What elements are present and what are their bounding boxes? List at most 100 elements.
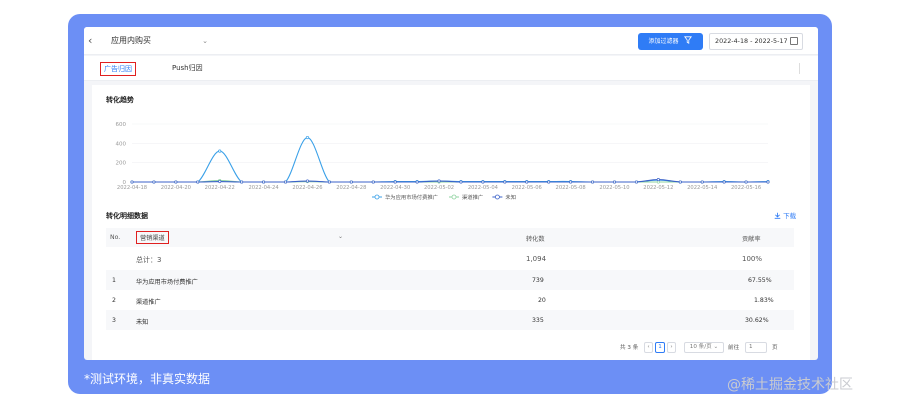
download-button[interactable]: 下载 bbox=[774, 210, 796, 220]
total-label: 总计：3 bbox=[136, 256, 162, 264]
page-1-button[interactable]: 1 bbox=[655, 342, 665, 353]
content-panel: 转化趋势 0 200 400 600 2022-04-18 2022-04-20 2022-… bbox=[92, 85, 810, 360]
y-tick-label: 200 bbox=[116, 161, 127, 167]
page-select[interactable]: 应用内购买 ⌄ bbox=[102, 33, 212, 49]
data-point bbox=[262, 180, 266, 184]
goto-label: 前往 bbox=[728, 345, 740, 351]
row-conversions: 20 bbox=[538, 297, 546, 304]
legend-label: 华为应用市场付费推广 bbox=[385, 193, 438, 201]
data-point bbox=[656, 180, 660, 184]
row-conversions: 335 bbox=[532, 317, 544, 324]
x-tick-label: 2022-04-30 bbox=[380, 185, 410, 191]
page-size-select[interactable]: 10 条/页 ⌄ bbox=[684, 342, 724, 353]
table-header: No. 营销渠道 ⌄ 转化数 贡献率 bbox=[106, 228, 794, 247]
data-point bbox=[349, 180, 353, 184]
table-row: 3 未知 335 30.62% bbox=[106, 310, 794, 330]
data-point bbox=[218, 149, 222, 153]
top-bar: ‹ 应用内购买 ⌄ 添加过滤器 2022-4-18 - 2022-5-17 bbox=[84, 27, 818, 55]
filter-icon bbox=[684, 36, 693, 44]
row-contribution: 1.83% bbox=[754, 297, 774, 304]
data-point bbox=[196, 180, 200, 184]
legend-marker bbox=[451, 194, 457, 200]
add-filter-button[interactable]: 添加过滤器 bbox=[638, 33, 703, 50]
row-contribution: 67.55% bbox=[748, 277, 772, 284]
footer-note: *测试环境，非真实数据 bbox=[84, 372, 211, 386]
legend-label: 未知 bbox=[505, 193, 516, 201]
back-icon[interactable]: ‹ bbox=[88, 34, 92, 48]
y-tick-label: 400 bbox=[116, 141, 127, 147]
prev-page-button[interactable]: ‹ bbox=[644, 342, 653, 353]
app-window: ‹ 应用内购买 ⌄ 添加过滤器 2022-4-18 - 2022-5-17 广告… bbox=[84, 27, 818, 360]
col-no: No. bbox=[110, 234, 121, 241]
x-tick-label: 2022-05-10 bbox=[599, 185, 629, 191]
legend-marker bbox=[494, 194, 500, 200]
row-no: 1 bbox=[112, 277, 116, 284]
data-point bbox=[656, 178, 660, 182]
total-contribution: 100% bbox=[742, 255, 763, 263]
download-label: 下载 bbox=[783, 212, 797, 220]
data-point bbox=[459, 180, 463, 184]
page-unit-label: 页 bbox=[772, 345, 778, 351]
data-point bbox=[678, 180, 682, 184]
col-conversions: 转化数 bbox=[526, 236, 545, 243]
data-point bbox=[634, 180, 638, 184]
add-filter-label: 添加过滤器 bbox=[648, 38, 679, 45]
data-point bbox=[722, 180, 726, 184]
row-contribution: 30.62% bbox=[745, 317, 769, 324]
download-icon bbox=[774, 212, 781, 219]
data-point bbox=[305, 179, 309, 183]
row-channel: 渠道推广 bbox=[136, 299, 161, 306]
data-point bbox=[481, 180, 485, 184]
col-channel[interactable]: 营销渠道 bbox=[136, 231, 169, 244]
data-point bbox=[547, 180, 551, 184]
date-range-value: 2022-4-18 - 2022-5-17 bbox=[715, 37, 788, 45]
page-select-value: 应用内购买 bbox=[111, 36, 151, 45]
watermark: @稀土掘金技术社区 bbox=[727, 377, 853, 393]
goto-page-input[interactable]: 1 bbox=[745, 342, 767, 353]
total-conversions: 1,094 bbox=[526, 255, 547, 263]
data-point bbox=[240, 180, 244, 184]
x-tick-label: 2022-05-14 bbox=[687, 185, 718, 191]
data-point bbox=[371, 180, 375, 184]
x-tick-label: 2022-05-08 bbox=[556, 185, 586, 191]
x-tick-label: 2022-04-22 bbox=[205, 185, 235, 191]
tab-divider bbox=[799, 63, 800, 74]
page-size-value: 10 条/页 bbox=[689, 344, 712, 350]
calendar-icon bbox=[790, 37, 798, 45]
data-point bbox=[130, 180, 134, 184]
row-channel: 华为应用市场付费推广 bbox=[136, 279, 198, 286]
table-row: 2 渠道推广 20 1.83% bbox=[106, 290, 794, 310]
data-point bbox=[569, 180, 573, 184]
y-tick-label: 600 bbox=[116, 122, 127, 128]
data-point bbox=[283, 180, 288, 184]
table-row: 1 华为应用市场付费推广 739 67.55% bbox=[106, 270, 794, 290]
data-point bbox=[415, 180, 419, 184]
date-range-picker[interactable]: 2022-4-18 - 2022-5-17 bbox=[709, 33, 803, 50]
x-tick-label: 2022-05-02 bbox=[424, 185, 454, 191]
x-tick-label: 2022-05-16 bbox=[731, 185, 761, 191]
data-point bbox=[525, 180, 529, 184]
tab-push-attribution[interactable]: Push归因 bbox=[172, 62, 203, 74]
data-point bbox=[152, 180, 156, 184]
tab-ad-attribution[interactable]: 广告归因 bbox=[100, 62, 136, 76]
data-point bbox=[174, 180, 178, 184]
col-contribution: 贡献率 bbox=[742, 236, 761, 243]
row-no: 2 bbox=[112, 297, 116, 304]
chevron-down-icon: ⌄ bbox=[202, 37, 208, 45]
row-no: 3 bbox=[112, 317, 116, 324]
chevron-down-icon[interactable]: ⌄ bbox=[338, 233, 343, 240]
x-tick-label: 2022-04-28 bbox=[336, 185, 366, 191]
x-tick-label: 2022-05-06 bbox=[512, 185, 542, 191]
legend-marker bbox=[374, 194, 380, 200]
x-tick-label: 2022-05-04 bbox=[468, 185, 499, 191]
tab-bar: 广告归因 Push归因 bbox=[84, 56, 818, 81]
x-tick-label: 2022-04-18 bbox=[117, 185, 147, 191]
next-page-button[interactable]: › bbox=[667, 342, 676, 353]
data-point bbox=[700, 180, 704, 184]
row-channel: 未知 bbox=[136, 319, 149, 326]
data-point bbox=[744, 180, 748, 184]
trend-chart: 02004006002022-04-18 2022-04-20 2022-04-22… bbox=[116, 122, 770, 201]
row-conversions: 739 bbox=[532, 277, 544, 284]
x-tick-label: 2022-04-24 bbox=[249, 185, 280, 191]
series-line bbox=[131, 136, 769, 183]
